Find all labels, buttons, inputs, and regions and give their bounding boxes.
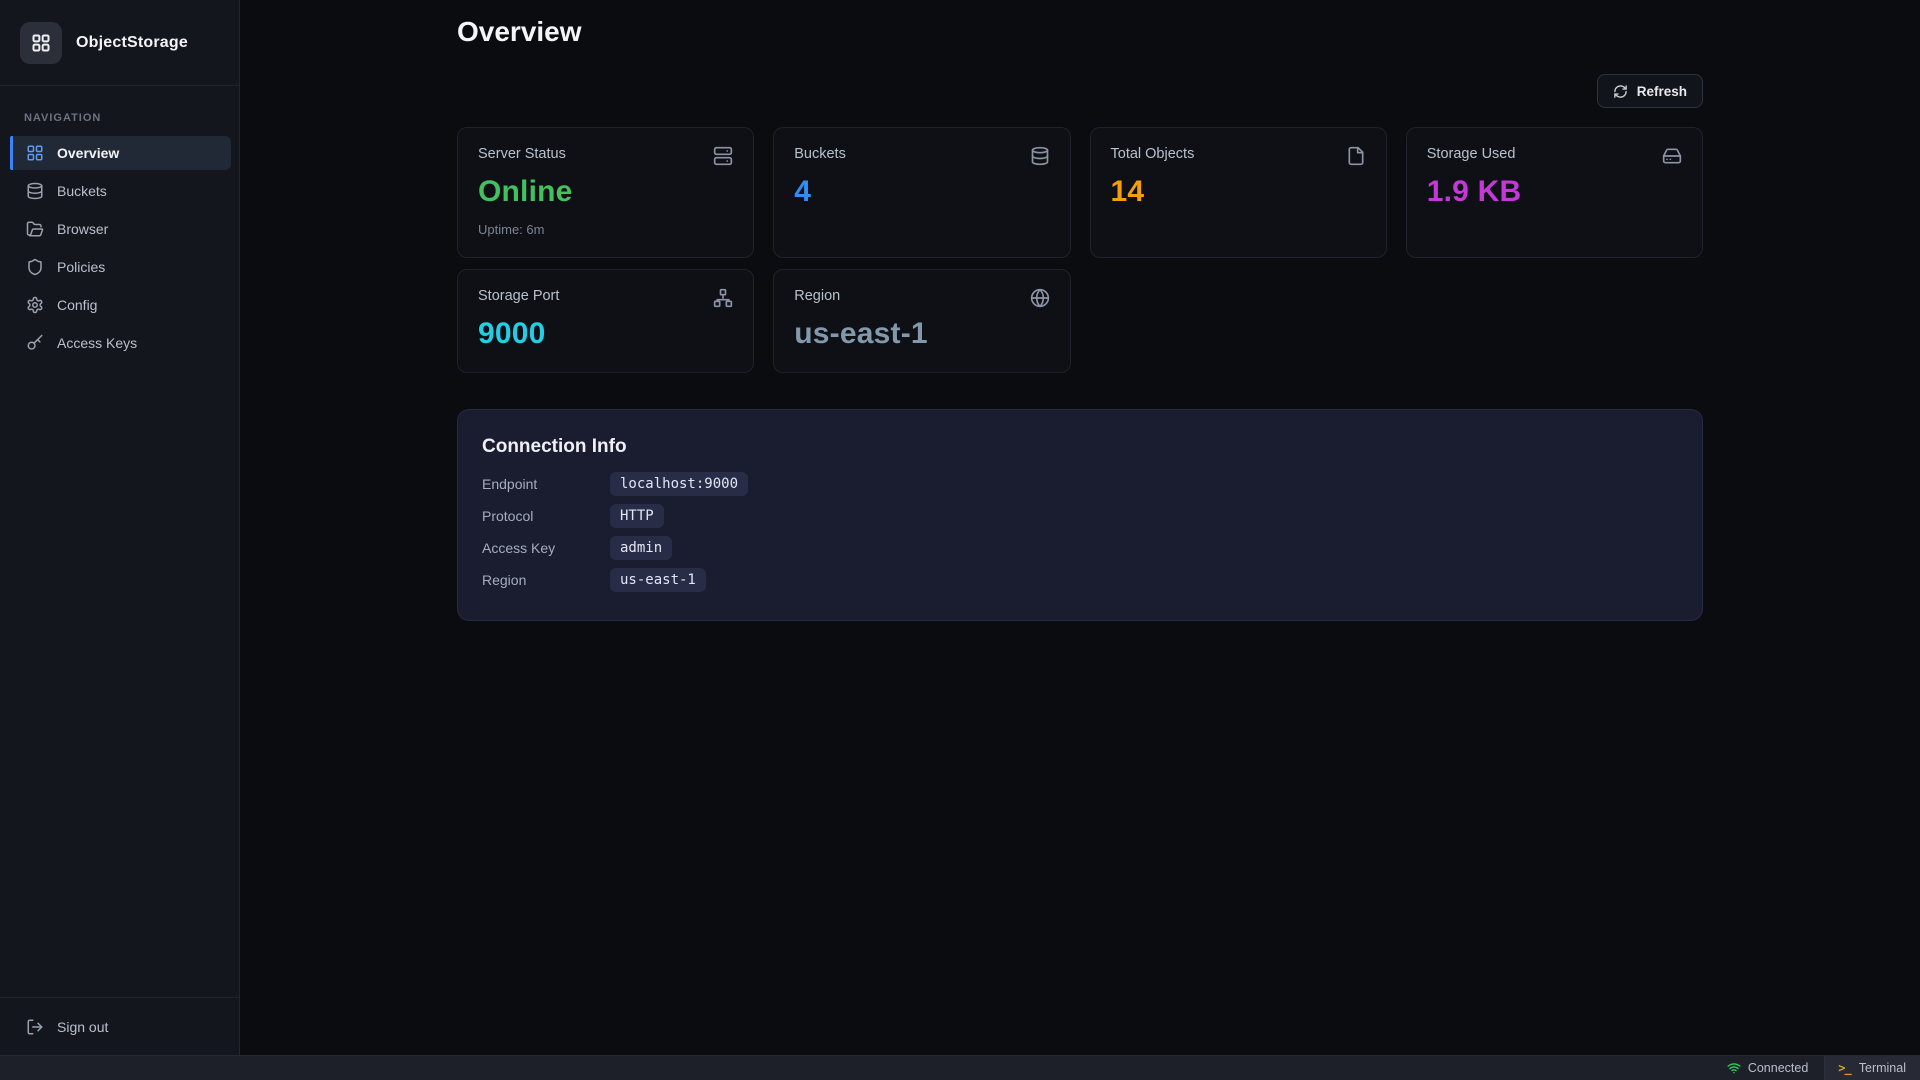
terminal-prompt-icon: >_: [1838, 1061, 1850, 1075]
stat-card-value: 1.9 KB: [1427, 175, 1682, 209]
hard-drive-icon: [1662, 146, 1682, 166]
connection-info-rows: Endpoint localhost:9000 Protocol HTTP Ac…: [482, 468, 1678, 596]
network-icon: [713, 288, 733, 308]
stat-card-total-objects: Total Objects 14: [1090, 127, 1387, 258]
sidebar-item-overview[interactable]: Overview: [10, 136, 231, 170]
connection-info-value: us-east-1: [610, 568, 706, 592]
app-header: ObjectStorage: [0, 0, 239, 86]
stat-card-label: Buckets: [794, 146, 846, 162]
globe-icon: [1030, 288, 1050, 308]
sign-out-label: Sign out: [57, 1019, 108, 1035]
stat-card-subtext: Uptime: 6m: [478, 222, 733, 237]
gear-icon: [26, 296, 44, 314]
connection-info-row-protocol: Protocol HTTP: [482, 500, 1678, 532]
grid-icon: [26, 144, 44, 162]
stat-card-label: Server Status: [478, 146, 566, 162]
terminal-label: Terminal: [1859, 1061, 1906, 1075]
sidebar-item-config[interactable]: Config: [10, 288, 231, 322]
connection-info-label: Protocol: [482, 508, 610, 524]
connected-label: Connected: [1748, 1061, 1808, 1075]
stat-card-storage-used: Storage Used 1.9 KB: [1406, 127, 1703, 258]
stat-card-label: Storage Port: [478, 288, 559, 304]
sidebar-item-label: Config: [57, 297, 97, 313]
connection-info-title: Connection Info: [482, 436, 1678, 458]
connection-info-label: Access Key: [482, 540, 610, 556]
sidebar-item-label: Overview: [57, 145, 119, 161]
nav-list: Overview Buckets Browser Policies Config…: [0, 136, 239, 364]
toolbar: Refresh: [457, 74, 1703, 108]
server-icon: [713, 146, 733, 166]
stat-card-buckets: Buckets 4: [773, 127, 1070, 258]
connection-info-row-endpoint: Endpoint localhost:9000: [482, 468, 1678, 500]
page-title: Overview: [457, 16, 1703, 48]
connection-info-label: Endpoint: [482, 476, 610, 492]
stat-card-label: Total Objects: [1111, 146, 1195, 162]
connection-info-panel: Connection Info Endpoint localhost:9000 …: [457, 409, 1703, 621]
wifi-icon: [1727, 1061, 1741, 1075]
connection-info-row-access-key: Access Key admin: [482, 532, 1678, 564]
terminal-button[interactable]: >_ Terminal: [1825, 1056, 1920, 1080]
stats-row-1: Server Status Online Uptime: 6m Buckets …: [457, 127, 1703, 258]
main-content: Overview Refresh Server Status Online Up…: [240, 0, 1920, 1055]
stat-card-storage-port: Storage Port 9000: [457, 269, 754, 373]
connection-info-value: HTTP: [610, 504, 664, 528]
refresh-label: Refresh: [1637, 84, 1687, 99]
sidebar: ObjectStorage NAVIGATION Overview Bucket…: [0, 0, 240, 1055]
refresh-button[interactable]: Refresh: [1597, 74, 1703, 108]
file-icon: [1346, 146, 1366, 166]
stat-card-value: Online: [478, 175, 733, 209]
sidebar-item-buckets[interactable]: Buckets: [10, 174, 231, 208]
app-title: ObjectStorage: [76, 34, 188, 52]
sidebar-item-access-keys[interactable]: Access Keys: [10, 326, 231, 360]
nav-section-label: NAVIGATION: [24, 112, 239, 124]
connection-info-label: Region: [482, 572, 610, 588]
stat-card-label: Region: [794, 288, 840, 304]
folder-open-icon: [26, 220, 44, 238]
database-icon: [26, 182, 44, 200]
stats-row-2: Storage Port 9000 Region us-east-1: [457, 269, 1703, 373]
sidebar-item-label: Policies: [57, 259, 105, 275]
connection-info-value: admin: [610, 536, 672, 560]
app-logo-icon: [20, 22, 62, 64]
stat-card-value: 9000: [478, 317, 733, 351]
stat-card-value: us-east-1: [794, 317, 1049, 351]
status-bar: Connected >_ Terminal: [0, 1055, 1920, 1080]
stat-card-value: 4: [794, 175, 1049, 209]
stat-card-value: 14: [1111, 175, 1366, 209]
connection-status: Connected: [1711, 1056, 1824, 1080]
key-icon: [26, 334, 44, 352]
connection-info-row-region: Region us-east-1: [482, 564, 1678, 596]
stat-card-server-status: Server Status Online Uptime: 6m: [457, 127, 754, 258]
stat-card-region: Region us-east-1: [773, 269, 1070, 373]
database-icon: [1030, 146, 1050, 166]
stat-card-label: Storage Used: [1427, 146, 1516, 162]
refresh-icon: [1613, 84, 1628, 99]
sidebar-item-label: Buckets: [57, 183, 107, 199]
connection-info-value: localhost:9000: [610, 472, 748, 496]
sidebar-item-label: Browser: [57, 221, 108, 237]
sidebar-item-label: Access Keys: [57, 335, 137, 351]
sign-out-button[interactable]: Sign out: [0, 997, 239, 1055]
logout-icon: [26, 1018, 44, 1036]
sidebar-item-policies[interactable]: Policies: [10, 250, 231, 284]
shield-icon: [26, 258, 44, 276]
sidebar-item-browser[interactable]: Browser: [10, 212, 231, 246]
